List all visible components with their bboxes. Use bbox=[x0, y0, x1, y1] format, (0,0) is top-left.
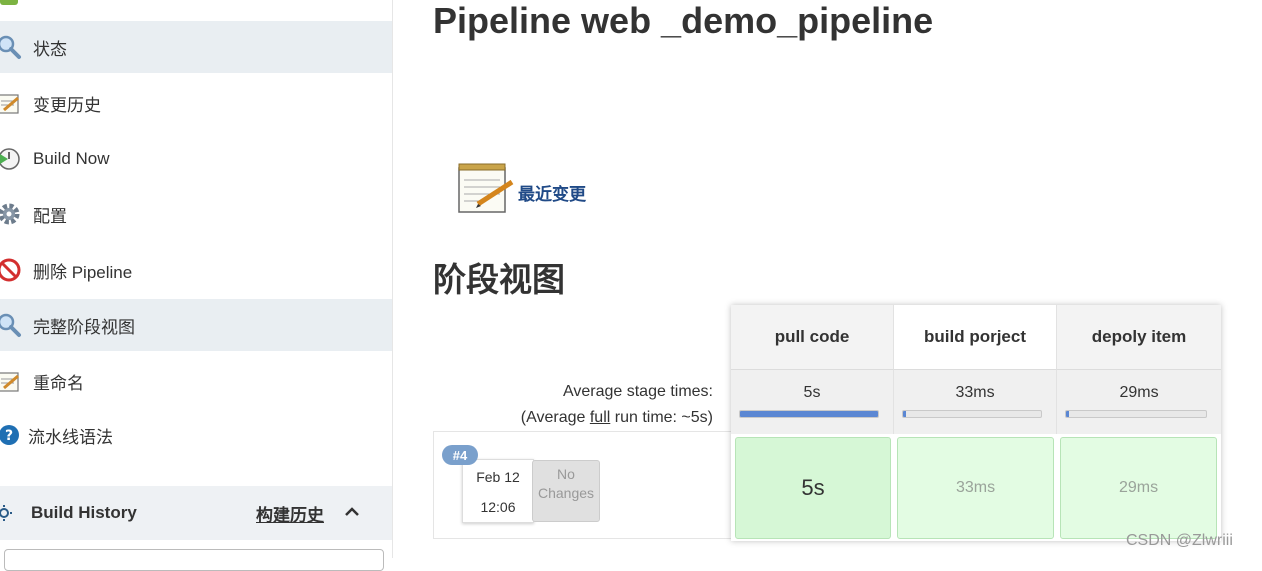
stage-run-cell[interactable]: 29ms bbox=[1060, 437, 1217, 539]
stage-average-time: 33ms bbox=[955, 384, 995, 401]
notepad-icon bbox=[456, 160, 516, 216]
progress-fill bbox=[740, 411, 878, 417]
help-icon: ? bbox=[0, 422, 22, 448]
build-clock-icon bbox=[0, 146, 22, 172]
sidebar-item-label: 删除 Pipeline bbox=[33, 262, 133, 282]
sun-icon bbox=[0, 504, 12, 527]
sidebar-item-label: Build Now bbox=[33, 149, 110, 168]
page-title: Pipeline web _demo_pipeline bbox=[433, 0, 934, 41]
gear-icon bbox=[0, 201, 22, 227]
average-run-prefix: (Average bbox=[520, 409, 590, 426]
sidebar-item-label: 完整阶段视图 bbox=[33, 317, 135, 337]
stage-average-cell: 29ms bbox=[1057, 369, 1221, 434]
stage-run-time: 5s bbox=[801, 475, 825, 500]
build-number-badge[interactable]: #4 bbox=[442, 445, 478, 465]
sidebar-item-pipeline-syntax[interactable]: ? 流水线语法 bbox=[0, 409, 392, 461]
notepad-icon bbox=[0, 90, 22, 116]
build-date: Feb 12 bbox=[476, 469, 520, 485]
arrow-up-icon bbox=[0, 0, 22, 9]
stage-average-progress bbox=[739, 410, 879, 418]
sidebar-item-rename[interactable]: 重命名 bbox=[0, 355, 392, 407]
sidebar-item-label: 变更历史 bbox=[33, 95, 101, 115]
stage-view-title: 阶段视图 bbox=[433, 261, 565, 298]
progress-fill bbox=[1066, 411, 1069, 417]
build-date-card[interactable]: Feb 12 12:06 bbox=[462, 459, 534, 523]
svg-text:?: ? bbox=[5, 428, 13, 444]
progress-fill bbox=[903, 411, 906, 417]
build-history-filter-input[interactable] bbox=[4, 549, 384, 571]
stage-run-cell[interactable]: 5s bbox=[735, 437, 891, 539]
stage-header: depoly item bbox=[1057, 305, 1221, 369]
average-run-suffix: run time: ~5s) bbox=[610, 409, 713, 426]
stage-run-cell[interactable]: 33ms bbox=[897, 437, 1054, 539]
stage-average-time: 5s bbox=[803, 384, 821, 401]
sidebar-item-build-now[interactable]: Build Now bbox=[0, 133, 392, 185]
stage-average-progress bbox=[902, 410, 1042, 418]
sidebar-item-top-partial[interactable] bbox=[0, 0, 392, 22]
sidebar-item-full-stage-view[interactable]: 完整阶段视图 bbox=[0, 299, 392, 351]
watermark: CSDN @Zlwriii bbox=[1126, 532, 1233, 549]
build-history-link[interactable]: 构建历史 bbox=[256, 501, 324, 526]
stage-grid: pull code build porject depoly item 5s 3… bbox=[731, 305, 1221, 541]
stage-average-cell: 5s bbox=[731, 369, 894, 434]
no-changes-box: No Changes bbox=[532, 460, 600, 522]
stage-header: build porject bbox=[894, 305, 1057, 369]
build-time: 12:06 bbox=[480, 499, 516, 515]
search-icon bbox=[0, 34, 22, 60]
sidebar: 状态 变更历史 Build Now 配置 删除 Pipeline 完整阶段视图 bbox=[0, 0, 393, 571]
sidebar-item-status[interactable]: 状态 bbox=[0, 21, 392, 73]
notepad-icon bbox=[0, 368, 22, 394]
build-history-title: Build History bbox=[31, 503, 137, 522]
build-history-header: Build History 构建历史 bbox=[0, 486, 392, 540]
full-run-link[interactable]: full bbox=[590, 409, 610, 426]
no-changes-line2: Changes bbox=[537, 485, 595, 501]
stage-average-progress bbox=[1065, 410, 1207, 418]
stage-header: pull code bbox=[731, 305, 894, 369]
sidebar-item-label: 重命名 bbox=[33, 373, 84, 393]
average-stage-times-label: Average stage times: bbox=[562, 383, 713, 400]
search-icon bbox=[0, 312, 22, 338]
no-changes-line1: No bbox=[557, 466, 575, 482]
sidebar-item-configure[interactable]: 配置 bbox=[0, 188, 392, 240]
sidebar-item-changes[interactable]: 变更历史 bbox=[0, 77, 392, 129]
sidebar-item-label: 流水线语法 bbox=[28, 427, 113, 447]
average-run-time-label: (Average full run time: ~5s) bbox=[433, 409, 713, 427]
stage-run-time: 29ms bbox=[1118, 479, 1159, 496]
sidebar-item-delete-pipeline[interactable]: 删除 Pipeline bbox=[0, 244, 392, 296]
stage-run-time: 33ms bbox=[955, 479, 996, 496]
sidebar-item-label: 配置 bbox=[33, 206, 67, 226]
recent-changes-link[interactable]: 最近变更 bbox=[518, 180, 586, 205]
no-entry-icon bbox=[0, 257, 22, 283]
stage-average-cell: 33ms bbox=[894, 369, 1057, 434]
sidebar-item-label: 状态 bbox=[33, 39, 67, 59]
chevron-up-icon[interactable] bbox=[344, 504, 360, 520]
stage-average-time: 29ms bbox=[1119, 384, 1159, 401]
